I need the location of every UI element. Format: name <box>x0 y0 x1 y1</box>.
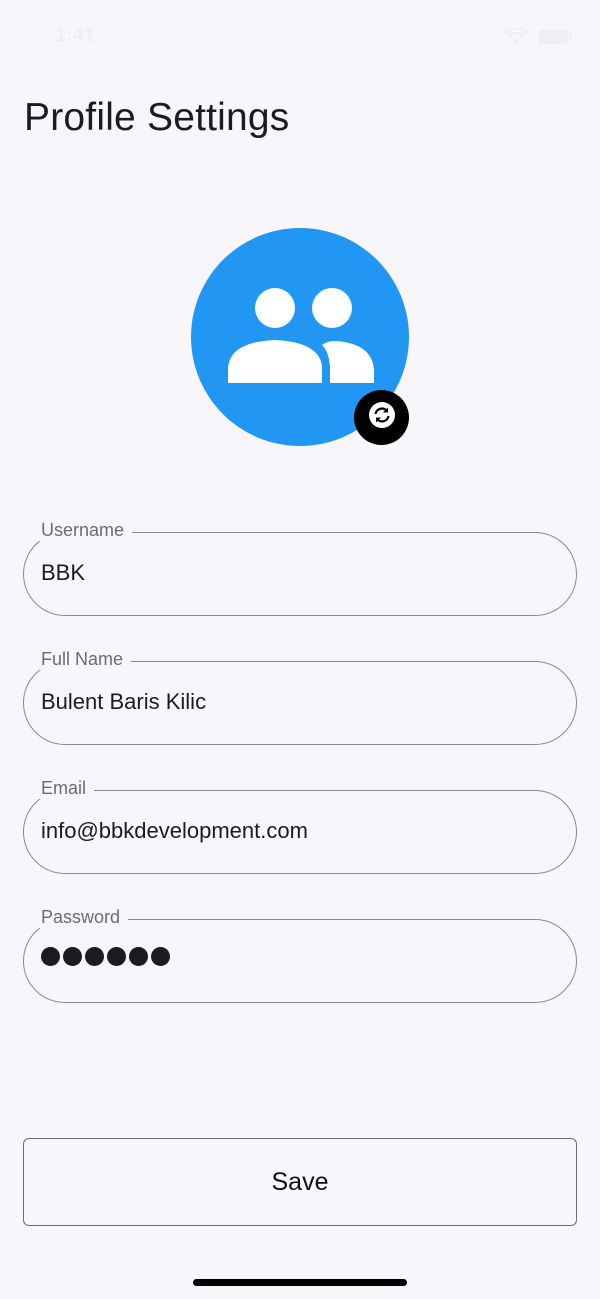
avatar-container <box>191 228 409 446</box>
password-dot <box>41 947 60 966</box>
username-input[interactable] <box>41 560 541 586</box>
password-dot <box>151 947 170 966</box>
wifi-icon <box>504 28 528 46</box>
email-input[interactable] <box>41 818 541 844</box>
group-icon <box>223 287 377 388</box>
password-dot <box>129 947 148 966</box>
password-input[interactable] <box>41 947 170 966</box>
status-time: 1:41 <box>55 24 96 46</box>
full-name-field[interactable]: Full Name <box>23 649 577 745</box>
password-field[interactable]: Password <box>23 907 577 1003</box>
username-label: Username <box>33 520 133 541</box>
change-avatar-button[interactable] <box>354 390 409 445</box>
page-title: Profile Settings <box>24 96 290 139</box>
full-name-input[interactable] <box>41 689 541 715</box>
battery-icon <box>538 29 572 45</box>
sync-icon <box>367 400 397 435</box>
status-icons <box>504 28 572 46</box>
email-label: Email <box>33 778 95 799</box>
status-bar: 1:41 <box>0 0 600 70</box>
email-field[interactable]: Email <box>23 778 577 874</box>
password-dot <box>107 947 126 966</box>
password-dot <box>63 947 82 966</box>
username-field[interactable]: Username <box>23 520 577 616</box>
full-name-label: Full Name <box>33 649 132 670</box>
password-label: Password <box>33 907 129 928</box>
password-dot <box>85 947 104 966</box>
save-button[interactable]: Save <box>23 1138 577 1226</box>
home-indicator <box>193 1279 407 1286</box>
